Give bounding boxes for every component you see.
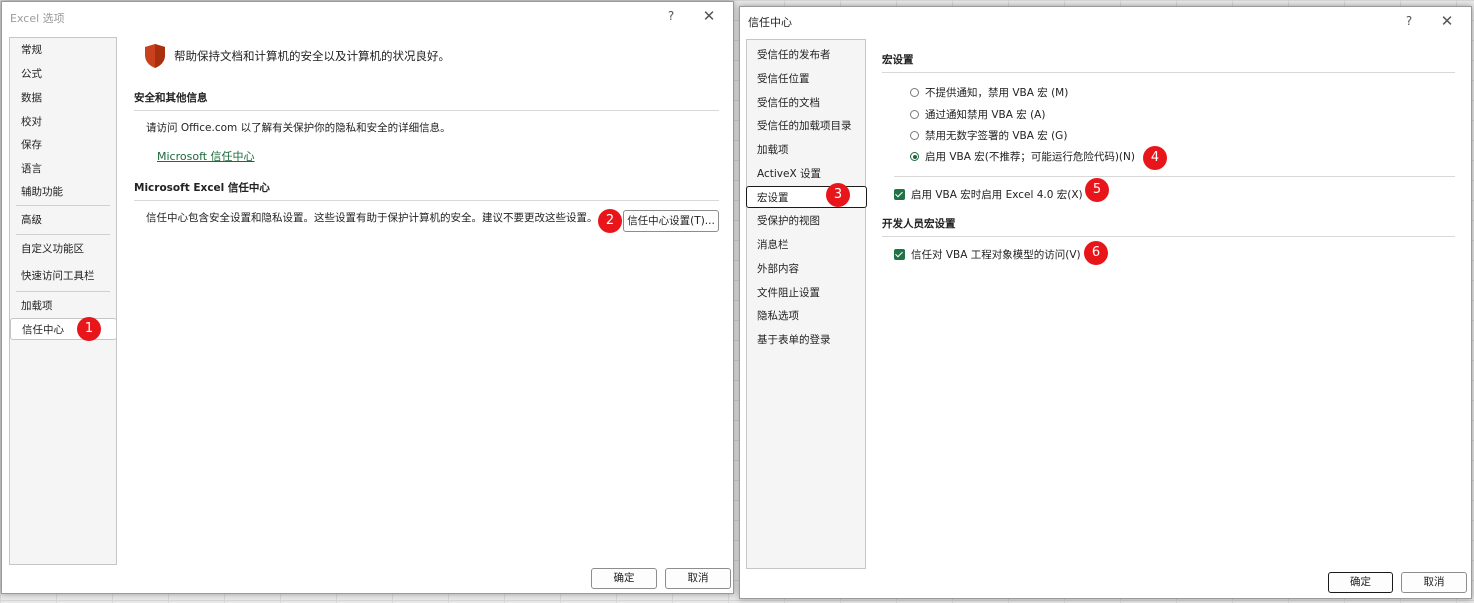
nav-item-trusted-publishers[interactable]: 受信任的发布者: [747, 44, 865, 66]
checkbox-trust-vba-object-model[interactable]: 信任对 VBA 工程对象模型的访问(V): [894, 247, 1081, 262]
nav-item-general[interactable]: 常规: [10, 39, 116, 61]
nav-item-trusted-addin-catalogs[interactable]: 受信任的加载项目录: [747, 115, 865, 137]
section-divider: [134, 200, 719, 201]
radio-label: 不提供通知，禁用 VBA 宏 (M): [925, 87, 1069, 99]
close-icon[interactable]: ✕: [697, 6, 721, 26]
nav-item-privacy-options[interactable]: 隐私选项: [747, 305, 865, 327]
nav-item-data[interactable]: 数据: [10, 87, 116, 109]
radio-enable-vba-macros[interactable]: 启用 VBA 宏(不推荐；可能运行危险代码)(N): [910, 149, 1135, 164]
nav-item-language[interactable]: 语言: [10, 158, 116, 180]
trust-center-dialog: 信任中心 ? ✕ 受信任的发布者 受信任位置 受信任的文档 受信任的加载项目录 …: [739, 6, 1472, 599]
checkbox-enable-excel4-macros[interactable]: 启用 VBA 宏时启用 Excel 4.0 宏(X): [894, 187, 1083, 202]
checkbox-label: 启用 VBA 宏时启用 Excel 4.0 宏(X): [911, 189, 1083, 201]
section-divider: [882, 72, 1455, 73]
nav-item-form-based-signin[interactable]: 基于表单的登录: [747, 329, 865, 351]
nav-item-file-block-settings[interactable]: 文件阻止设置: [747, 282, 865, 304]
radio-button[interactable]: [910, 88, 919, 97]
cancel-button[interactable]: 取消: [1401, 572, 1467, 593]
titlebar: Excel 选项 ? ✕: [2, 2, 733, 30]
nav-item-protected-view[interactable]: 受保护的视图: [747, 210, 865, 232]
radio-label: 禁用无数字签署的 VBA 宏 (G): [925, 130, 1068, 142]
close-icon[interactable]: ✕: [1435, 11, 1459, 31]
section-text-visit: 请访问 Office.com 以了解有关保护你的隐私和安全的详细信息。: [146, 122, 451, 134]
radio-button[interactable]: [910, 131, 919, 140]
nav-separator: [16, 205, 110, 206]
nav-item-advanced[interactable]: 高级: [10, 209, 116, 231]
nav-item-trusted-locations[interactable]: 受信任位置: [747, 68, 865, 90]
trust-center-settings-button[interactable]: 信任中心设置(T)...: [623, 210, 719, 232]
section-divider: [134, 110, 719, 111]
nav-separator: [16, 291, 110, 292]
nav-item-trusted-documents[interactable]: 受信任的文档: [747, 92, 865, 114]
radio-disable-no-notification[interactable]: 不提供通知，禁用 VBA 宏 (M): [910, 85, 1068, 100]
step-badge-5: 5: [1085, 178, 1109, 202]
nav-item-accessibility[interactable]: 辅助功能: [10, 181, 116, 203]
ok-button[interactable]: 确定: [1328, 572, 1393, 593]
step-badge-1: 1: [77, 317, 101, 341]
radio-disable-except-signed[interactable]: 禁用无数字签署的 VBA 宏 (G): [910, 128, 1067, 143]
radio-button[interactable]: [910, 110, 919, 119]
excel-options-dialog: Excel 选项 ? ✕ 常规 公式 数据 校对 保存 语言 辅助功能 高级 自…: [1, 1, 734, 594]
dialog-title: Excel 选项: [10, 12, 65, 25]
step-badge-2: 2: [598, 209, 622, 233]
nav-item-save[interactable]: 保存: [10, 134, 116, 156]
options-sidebar: 常规 公式 数据 校对 保存 语言 辅助功能 高级 自定义功能区 快速访问工具栏…: [9, 37, 117, 565]
section-divider: [894, 176, 1455, 177]
checkbox-checked[interactable]: [894, 249, 905, 260]
help-button[interactable]: ?: [659, 6, 683, 26]
nav-item-customize-ribbon[interactable]: 自定义功能区: [10, 238, 116, 260]
section-title-macro-settings: 宏设置: [882, 54, 914, 66]
section-text-trust-center: 信任中心包含安全设置和隐私设置。这些设置有助于保护计算机的安全。建议不要更改这些…: [146, 212, 598, 224]
section-title-developer-macro-settings: 开发人员宏设置: [882, 218, 956, 230]
checkbox-checked[interactable]: [894, 189, 905, 200]
radio-label: 通过通知禁用 VBA 宏 (A): [925, 109, 1046, 121]
titlebar: 信任中心 ? ✕: [740, 7, 1471, 35]
nav-item-formulas[interactable]: 公式: [10, 63, 116, 85]
nav-item-quick-access-toolbar[interactable]: 快速访问工具栏: [10, 265, 116, 287]
step-badge-3: 3: [826, 183, 850, 207]
help-button[interactable]: ?: [1397, 11, 1421, 31]
step-badge-4: 4: [1143, 146, 1167, 170]
section-title-security-info: 安全和其他信息: [134, 92, 208, 104]
section-divider: [882, 236, 1455, 237]
microsoft-trust-center-link[interactable]: Microsoft 信任中心: [157, 148, 255, 164]
radio-button-selected[interactable]: [910, 152, 919, 161]
cancel-button[interactable]: 取消: [665, 568, 731, 589]
nav-item-external-content[interactable]: 外部内容: [747, 258, 865, 280]
nav-item-addins[interactable]: 加载项: [10, 295, 116, 317]
nav-item-message-bar[interactable]: 消息栏: [747, 234, 865, 256]
ok-button[interactable]: 确定: [591, 568, 657, 589]
trust-center-sidebar: 受信任的发布者 受信任位置 受信任的文档 受信任的加载项目录 加载项 Activ…: [746, 39, 867, 569]
step-badge-6: 6: [1084, 241, 1108, 265]
radio-label: 启用 VBA 宏(不推荐；可能运行危险代码)(N): [925, 151, 1135, 163]
nav-separator: [16, 234, 110, 235]
checkbox-label: 信任对 VBA 工程对象模型的访问(V): [911, 249, 1081, 261]
section-title-excel-trust-center: Microsoft Excel 信任中心: [134, 182, 270, 194]
content-header: 帮助保持文档和计算机的安全以及计算机的状况良好。: [144, 43, 450, 69]
nav-item-addins[interactable]: 加载项: [747, 139, 865, 161]
nav-item-proofing[interactable]: 校对: [10, 111, 116, 133]
dialog-title: 信任中心: [748, 16, 792, 29]
nav-item-activex-settings[interactable]: ActiveX 设置: [747, 163, 865, 185]
shield-icon: [145, 44, 165, 68]
radio-disable-with-notification[interactable]: 通过通知禁用 VBA 宏 (A): [910, 107, 1045, 122]
header-text: 帮助保持文档和计算机的安全以及计算机的状况良好。: [174, 49, 450, 63]
